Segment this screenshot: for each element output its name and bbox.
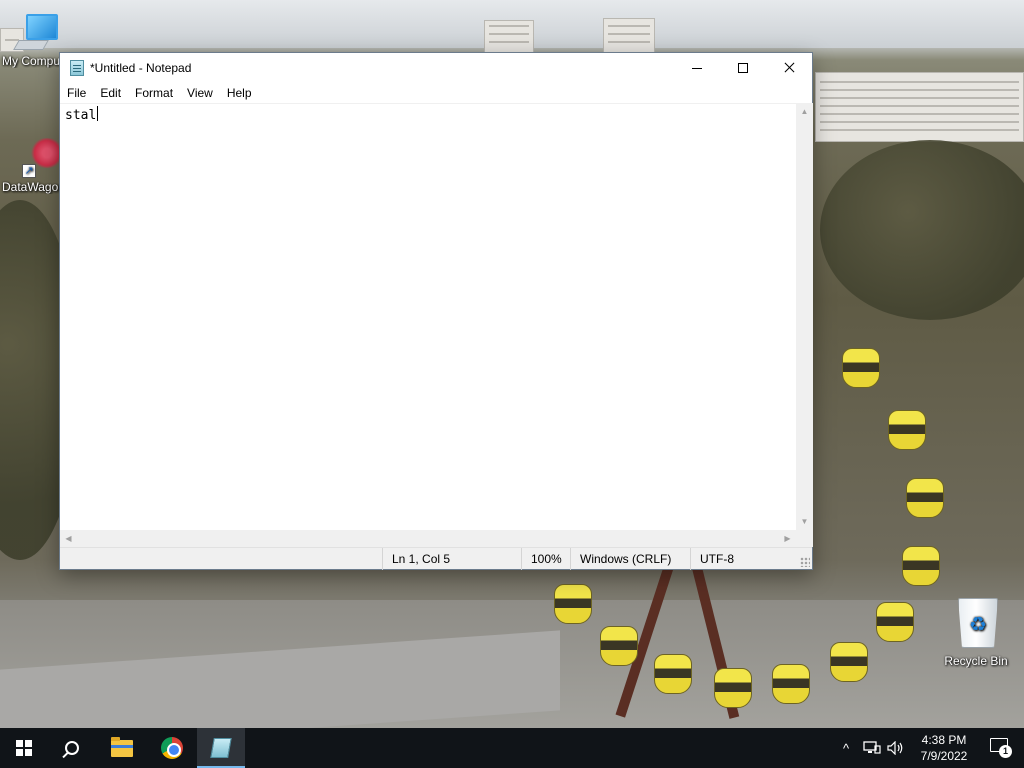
text-caret: [97, 106, 99, 121]
volume-icon: [887, 741, 903, 755]
recycle-bin-icon: ♻: [950, 594, 1002, 650]
wallpaper-building: [815, 72, 1024, 142]
ferris-wheel-cabin: [906, 478, 944, 518]
window-title: *Untitled - Notepad: [90, 61, 192, 75]
ferris-wheel-cabin: [876, 602, 914, 642]
status-bar: Ln 1, Col 5 100% Windows (CRLF) UTF-8: [60, 547, 812, 570]
desktop-icon-recycle-bin[interactable]: ♻ Recycle Bin: [936, 594, 1016, 668]
notepad-window: *Untitled - Notepad File Edit Format Vie…: [59, 52, 813, 570]
minimize-icon: [692, 67, 702, 69]
network-button[interactable]: [860, 728, 884, 768]
file-explorer-icon: [111, 736, 133, 757]
status-line-ending: Windows (CRLF): [570, 548, 690, 570]
menu-bar: File Edit Format View Help: [60, 83, 812, 103]
status-position: Ln 1, Col 5: [382, 548, 522, 570]
status-encoding: UTF-8: [690, 548, 800, 570]
scroll-up-arrow-icon[interactable]: ▲: [796, 103, 813, 120]
ferris-wheel-cabin: [830, 642, 868, 682]
title-bar[interactable]: *Untitled - Notepad: [60, 53, 812, 83]
window-controls: [674, 53, 812, 83]
ferris-wheel-cabin: [654, 654, 692, 694]
ferris-wheel-cabin: [714, 668, 752, 708]
menu-file[interactable]: File: [60, 83, 93, 103]
clock[interactable]: 4:38 PM 7/9/2022: [910, 732, 978, 764]
ferris-wheel-cabin: [554, 584, 592, 624]
datawagon-icon: ↗: [18, 138, 64, 178]
windows-start-icon: [16, 740, 32, 756]
ferris-wheel-cabin: [888, 410, 926, 450]
maximize-icon: [738, 63, 748, 73]
clock-date: 7/9/2022: [920, 749, 968, 763]
menu-format[interactable]: Format: [128, 83, 180, 103]
search-icon: [65, 741, 79, 755]
scroll-right-arrow-icon[interactable]: ▶: [779, 530, 796, 547]
shortcut-arrow-icon: ↗: [22, 164, 36, 178]
chevron-up-icon: ^: [842, 740, 850, 756]
menu-help[interactable]: Help: [220, 83, 259, 103]
vertical-scrollbar[interactable]: ▲ ▼: [796, 103, 813, 530]
wallpaper-trees: [820, 140, 1024, 320]
menu-edit[interactable]: Edit: [93, 83, 128, 103]
ferris-wheel-cabin: [902, 546, 940, 586]
chrome-icon: [161, 737, 183, 759]
minimize-button[interactable]: [674, 53, 720, 83]
scroll-down-arrow-icon[interactable]: ▼: [796, 513, 813, 530]
wallpaper-building: [603, 18, 655, 54]
network-icon: [863, 741, 881, 754]
notepad-icon[interactable]: [70, 60, 84, 76]
taskbar-notepad[interactable]: [197, 728, 245, 768]
clock-time: 4:38 PM: [921, 733, 967, 747]
horizontal-scrollbar[interactable]: ◀ ▶: [60, 530, 796, 547]
computer-icon: [13, 12, 60, 52]
ferris-wheel-cabin: [842, 348, 880, 388]
editor-content[interactable]: stal: [65, 106, 99, 125]
menu-view[interactable]: View: [180, 83, 220, 103]
ferris-wheel-cabin: [772, 664, 810, 704]
editor-text: stal: [65, 108, 97, 123]
taskbar: ^ 4:38 PM 7/9/2022 1: [0, 728, 1024, 768]
scroll-left-arrow-icon[interactable]: ◀: [60, 530, 77, 547]
taskbar-file-explorer[interactable]: [98, 728, 146, 768]
taskbar-chrome[interactable]: [148, 728, 196, 768]
resize-grip-icon[interactable]: [800, 557, 810, 567]
ferris-wheel-cabin: [600, 626, 638, 666]
notification-badge: 1: [999, 745, 1012, 758]
notepad-icon: [210, 738, 232, 758]
search-button[interactable]: [48, 728, 96, 768]
status-zoom: 100%: [521, 548, 571, 570]
text-editor[interactable]: stal: [60, 103, 796, 530]
scrollbar-corner: [796, 530, 813, 547]
close-button[interactable]: [766, 53, 812, 83]
volume-button[interactable]: [884, 728, 908, 768]
action-center-button[interactable]: 1: [990, 738, 1012, 758]
start-button[interactable]: [0, 728, 48, 768]
show-hidden-icons-button[interactable]: ^: [836, 728, 856, 768]
desktop-icon-label: Recycle Bin: [944, 654, 1008, 668]
maximize-button[interactable]: [720, 53, 766, 83]
wallpaper-building: [484, 20, 534, 54]
